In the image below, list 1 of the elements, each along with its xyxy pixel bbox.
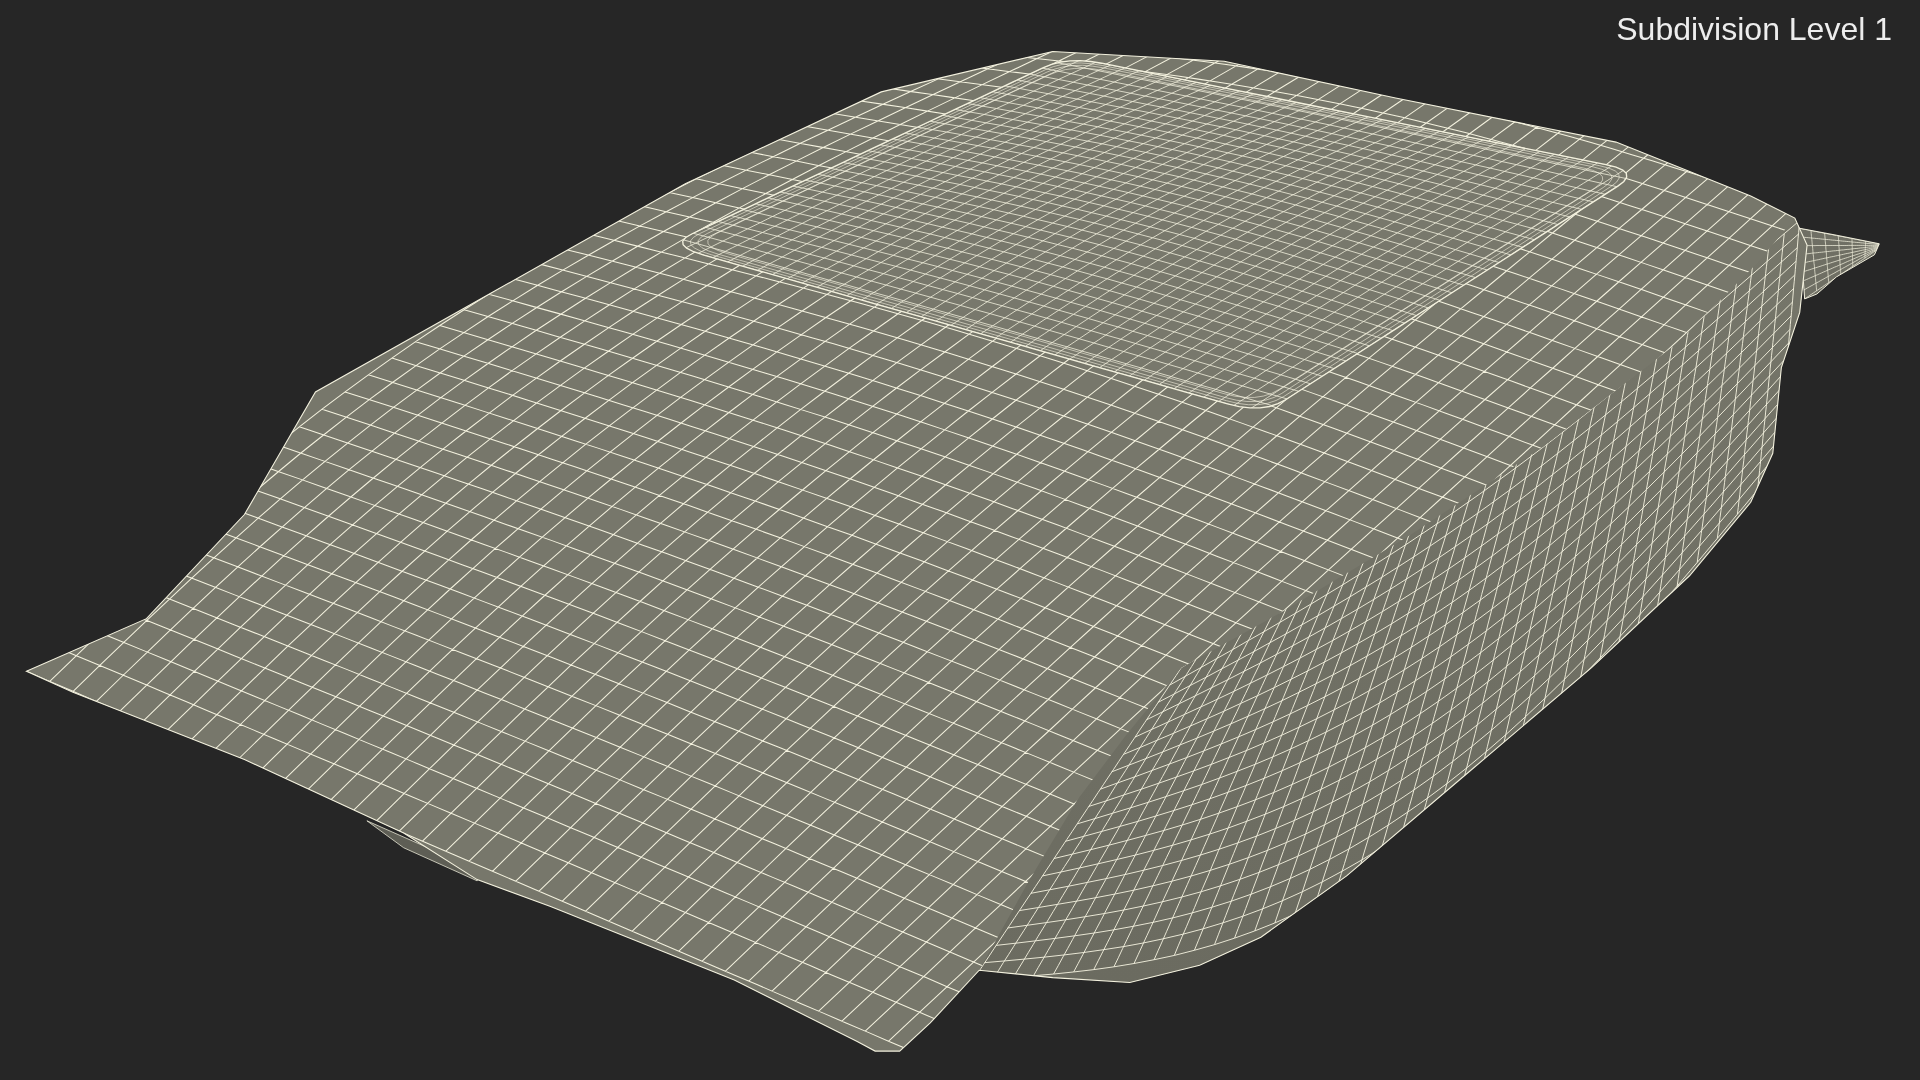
viewport-label: Subdivision Level 1 [1616,13,1892,45]
